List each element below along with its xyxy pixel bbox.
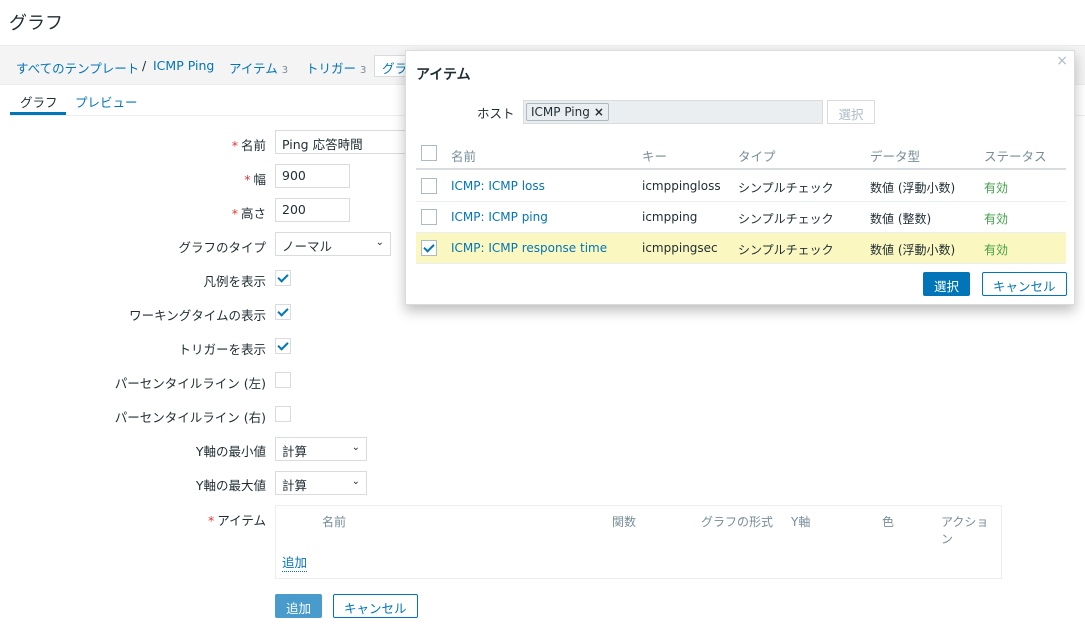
- col-data-type: データ型: [870, 149, 921, 164]
- nav-items-link[interactable]: アイテム 3: [229, 58, 288, 77]
- chevron-down-icon: ⌄: [375, 237, 384, 248]
- nav-items-label: アイテム: [229, 61, 278, 76]
- items-col-function: 関数: [612, 515, 637, 529]
- row-data-type: 数値 (浮動小数): [870, 181, 956, 195]
- nav-triggers-link[interactable]: トリガー 3: [306, 58, 366, 77]
- show-triggers-label: トリガーを表示: [178, 342, 266, 357]
- required-mark: *: [231, 206, 238, 221]
- items-col-y-axis: Y軸: [791, 515, 811, 529]
- cancel-button[interactable]: キャンセル: [333, 594, 418, 618]
- col-name[interactable]: 名前: [451, 146, 476, 165]
- required-mark: *: [231, 138, 238, 153]
- breadcrumb-all-templates[interactable]: すべてのテンプレート: [16, 58, 139, 77]
- breadcrumb-template[interactable]: ICMP Ping: [153, 58, 214, 73]
- height-label: * 高さ: [231, 206, 266, 221]
- row-key: icmpping: [642, 210, 698, 224]
- row-checkbox[interactable]: [421, 240, 437, 256]
- graph-type-select[interactable]: ノーマル ⌄: [275, 232, 391, 256]
- y-max-value: 計算: [282, 478, 308, 493]
- modal-cancel-button[interactable]: キャンセル: [982, 272, 1067, 296]
- graph-type-label: グラフのタイプ: [178, 240, 266, 255]
- row-status: 有効: [984, 181, 1009, 195]
- chevron-down-icon: ⌄: [351, 442, 360, 453]
- width-input[interactable]: 900: [275, 164, 350, 188]
- show-working-time-checkbox[interactable]: [275, 304, 291, 320]
- tab-preview[interactable]: プレビュー: [75, 92, 138, 111]
- select-all-checkbox[interactable]: [421, 145, 437, 161]
- row-name-link[interactable]: ICMP: ICMP ping: [451, 210, 548, 224]
- table-row: ICMP: ICMP loss icmppingloss シンプルチェック 数値…: [416, 171, 1066, 202]
- item-select-modal: アイテム × ホスト ICMP Ping × 選択 名前 キー タイプ データ型 …: [405, 50, 1075, 305]
- host-tag-label: ICMP Ping: [531, 105, 590, 119]
- row-status: 有効: [984, 212, 1009, 226]
- row-type: シンプルチェック: [738, 243, 834, 257]
- modal-title: アイテム: [416, 67, 471, 83]
- col-type: タイプ: [738, 149, 776, 164]
- height-input[interactable]: 200: [275, 198, 350, 222]
- width-label: * 幅: [244, 172, 266, 187]
- row-checkbox[interactable]: [421, 178, 437, 194]
- breadcrumb-separator: /: [142, 58, 147, 73]
- show-legend-checkbox[interactable]: [275, 270, 291, 286]
- host-label: ホスト: [477, 106, 515, 121]
- table-header: 名前 キー タイプ データ型 ステータス: [416, 139, 1066, 170]
- row-name-link[interactable]: ICMP: ICMP response time: [451, 241, 607, 255]
- tab-graph[interactable]: グラフ: [20, 92, 58, 111]
- name-label: * 名前: [231, 138, 266, 153]
- items-col-name: 名前: [322, 515, 347, 529]
- items-col-color: 色: [882, 515, 895, 529]
- y-max-label: Y軸の最大値: [195, 478, 266, 493]
- nav-graphs-link[interactable]: グラフ: [374, 55, 408, 77]
- host-select-button[interactable]: 選択: [827, 100, 875, 124]
- remove-icon[interactable]: ×: [594, 105, 604, 119]
- page-title: グラフ: [9, 13, 63, 34]
- percentile-left-checkbox[interactable]: [275, 372, 291, 388]
- row-status: 有効: [984, 243, 1009, 257]
- items-col-action: アクション: [941, 515, 989, 546]
- col-status: ステータス: [984, 149, 1047, 164]
- close-icon[interactable]: ×: [1056, 53, 1068, 69]
- percentile-right-checkbox[interactable]: [275, 406, 291, 422]
- nav-triggers-label: トリガー: [306, 61, 357, 76]
- row-key: icmppingloss: [642, 179, 721, 193]
- host-multiselect[interactable]: ICMP Ping ×: [523, 100, 823, 124]
- nav-triggers-count: 3: [360, 65, 367, 76]
- col-key: キー: [642, 149, 668, 164]
- modal-select-button[interactable]: 選択: [923, 272, 971, 296]
- row-type: シンプルチェック: [738, 181, 834, 195]
- items-label: * アイテム: [207, 513, 266, 528]
- y-max-select[interactable]: 計算 ⌄: [275, 471, 367, 495]
- graph-items-table: 名前 関数 グラフの形式 Y軸 色 アクション 追加: [275, 505, 1002, 579]
- table-row: ICMP: ICMP ping icmpping シンプルチェック 数値 (整数…: [416, 202, 1066, 233]
- y-min-label: Y軸の最小値: [195, 444, 266, 459]
- row-checkbox[interactable]: [421, 209, 437, 225]
- table-row-selected: ICMP: ICMP response time icmppingsec シンプ…: [416, 233, 1066, 264]
- required-mark: *: [244, 172, 251, 187]
- row-name-link[interactable]: ICMP: ICMP loss: [451, 179, 545, 193]
- items-col-draw-style: グラフの形式: [701, 515, 774, 529]
- show-working-time-label: ワーキングタイムの表示: [129, 308, 266, 323]
- nav-items-count: 3: [281, 65, 289, 76]
- required-mark: *: [207, 513, 215, 528]
- y-min-select[interactable]: 計算 ⌄: [275, 437, 367, 461]
- active-tab-indicator: [10, 112, 66, 115]
- items-add-link[interactable]: 追加: [282, 552, 308, 572]
- row-data-type: 数値 (浮動小数): [870, 243, 956, 257]
- show-legend-label: 凡例を表示: [203, 274, 266, 289]
- percentile-left-label: パーセンタイルライン (左): [114, 376, 266, 391]
- row-data-type: 数値 (整数): [870, 212, 932, 226]
- chevron-down-icon: ⌄: [351, 476, 360, 487]
- row-key: icmppingsec: [642, 241, 718, 255]
- y-min-value: 計算: [282, 444, 308, 459]
- show-triggers-checkbox[interactable]: [275, 338, 291, 354]
- percentile-right-label: パーセンタイルライン (右): [114, 410, 266, 425]
- name-input[interactable]: Ping 応答時間: [275, 130, 415, 154]
- add-button[interactable]: 追加: [275, 594, 323, 618]
- host-tag: ICMP Ping ×: [526, 103, 609, 121]
- graph-type-value: ノーマル: [282, 239, 333, 254]
- row-type: シンプルチェック: [738, 212, 834, 226]
